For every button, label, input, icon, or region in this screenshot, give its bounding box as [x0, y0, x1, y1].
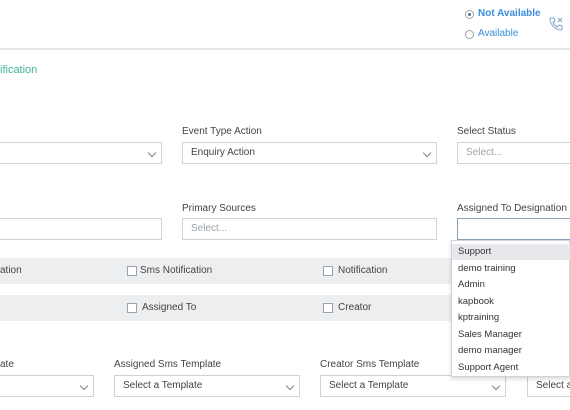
primary-sources-select[interactable]: Select...: [182, 218, 437, 240]
creator-label: Creator: [338, 302, 372, 313]
dropdown-option[interactable]: Admin: [452, 277, 570, 293]
left-input[interactable]: [0, 218, 162, 240]
chevron-down-icon: [285, 381, 295, 391]
dropdown-option[interactable]: Support Agent: [452, 360, 570, 376]
creator-checkbox[interactable]: [323, 303, 333, 313]
left-notification-label: ation: [0, 265, 22, 276]
chevron-down-icon: [491, 381, 501, 391]
assigned-designation-input[interactable]: [457, 218, 570, 240]
sms-notification-checkbox[interactable]: [127, 266, 137, 276]
event-type-action-select[interactable]: Enquiry Action: [182, 142, 437, 164]
dropdown-option[interactable]: kptraining: [452, 310, 570, 326]
available-label[interactable]: Available: [478, 28, 518, 39]
creator-sms-template-select[interactable]: Select a Template: [320, 375, 506, 397]
chevron-down-icon: [79, 381, 89, 391]
notification-checkbox[interactable]: [323, 266, 333, 276]
dropdown-option[interactable]: demo training: [452, 261, 570, 277]
left-template-label: ate: [0, 359, 14, 370]
select-status-select[interactable]: Select...: [457, 142, 570, 164]
primary-sources-label: Primary Sources: [182, 203, 256, 214]
select-status-label: Select Status: [457, 126, 516, 137]
creator-sms-template-label: Creator Sms Template: [320, 359, 420, 370]
available-radio[interactable]: [465, 30, 474, 39]
right-template-select[interactable]: Select a: [527, 375, 570, 397]
designation-dropdown: Support demo training Admin kapbook kptr…: [451, 240, 570, 377]
not-available-label[interactable]: Not Available: [478, 8, 541, 19]
assigned-sms-template-select[interactable]: Select a Template: [114, 375, 300, 397]
notification-label: Notification: [338, 265, 388, 276]
chevron-down-icon: [422, 148, 432, 158]
sms-notification-label: Sms Notification: [140, 265, 213, 276]
assigned-designation-label: Assigned To Designation: [457, 203, 567, 214]
left-template-select[interactable]: [0, 375, 94, 397]
event-type-action-label: Event Type Action: [182, 126, 262, 137]
chevron-down-icon: [147, 148, 157, 158]
assigned-to-checkbox[interactable]: [127, 303, 137, 313]
dropdown-option[interactable]: kapbook: [452, 294, 570, 310]
left-select[interactable]: [0, 142, 162, 164]
phone-icon[interactable]: [548, 16, 564, 32]
assigned-sms-template-label: Assigned Sms Template: [114, 359, 222, 370]
assigned-to-label: Assigned To: [142, 302, 197, 313]
dropdown-option[interactable]: Sales Manager: [452, 327, 570, 343]
not-available-radio[interactable]: [465, 10, 474, 19]
section-title: ification: [0, 64, 38, 76]
dropdown-option[interactable]: Support: [452, 244, 570, 260]
dropdown-option[interactable]: demo manager: [452, 343, 570, 359]
